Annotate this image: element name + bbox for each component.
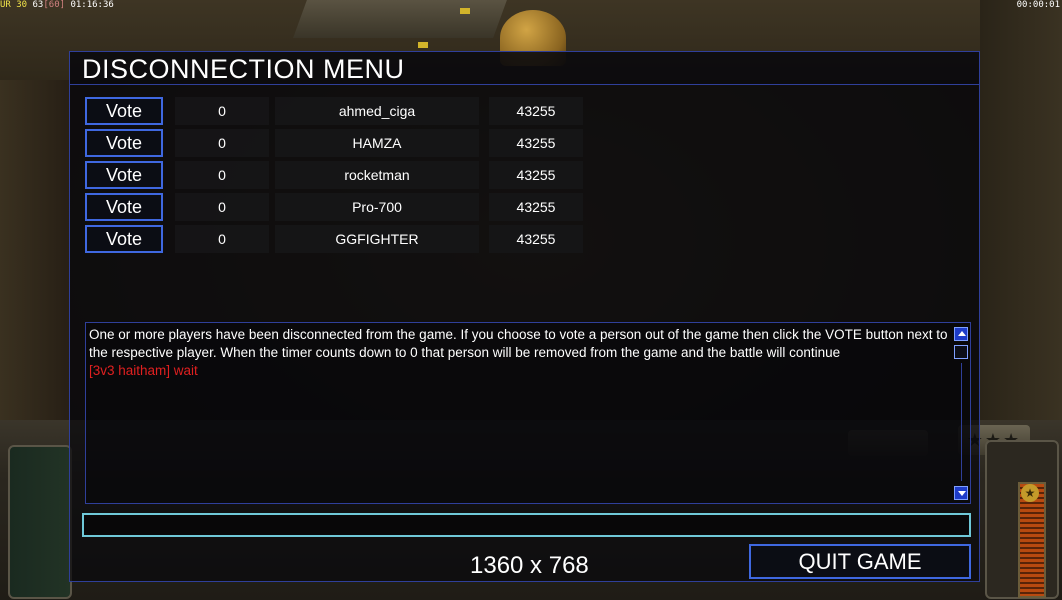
player-timer: 43255	[489, 129, 583, 157]
hud-stat-b: 63	[32, 0, 44, 10]
scroll-up-icon[interactable]	[954, 327, 968, 341]
dialog-title-bar: DISCONNECTION MENU	[70, 52, 979, 85]
hud-stat-a: UR 30	[0, 0, 28, 10]
dialog-title: DISCONNECTION MENU	[82, 54, 405, 84]
player-timer: 43255	[489, 161, 583, 189]
player-name: GGFIGHTER	[275, 225, 479, 253]
player-name: ahmed_ciga	[275, 97, 479, 125]
system-message: One or more players have been disconnect…	[89, 327, 948, 360]
vote-count: 0	[175, 193, 269, 221]
hud-timer: 00:00:01	[1016, 0, 1060, 10]
vote-button[interactable]: Vote	[85, 161, 163, 189]
vote-count: 0	[175, 225, 269, 253]
terrain-right	[980, 0, 1062, 420]
vote-button[interactable]: Vote	[85, 193, 163, 221]
resolution-label: 1360 x 768	[470, 552, 589, 579]
scroll-down-icon[interactable]	[954, 486, 968, 500]
message-log-text: One or more players have been disconnect…	[89, 326, 949, 380]
player-row: Vote 0 Pro-700 43255	[84, 193, 584, 221]
player-row: Vote 0 HAMZA 43255	[84, 129, 584, 157]
chat-input[interactable]	[82, 513, 971, 537]
hud-stats: UR 30 63[60] 01:16:36	[0, 0, 114, 10]
vote-count: 0	[175, 161, 269, 189]
quit-game-button[interactable]: QUIT GAME	[749, 544, 971, 579]
player-timer: 43255	[489, 97, 583, 125]
vote-count: 0	[175, 129, 269, 157]
player-timer: 43255	[489, 225, 583, 253]
chat-message: [3v3 haitham] wait	[89, 363, 198, 378]
player-row: Vote 0 ahmed_ciga 43255	[84, 97, 584, 125]
hud-game-time: 01:16:36	[70, 0, 114, 10]
scrollbar-thumb[interactable]	[954, 345, 968, 359]
scrollbar-track[interactable]	[961, 363, 962, 481]
vote-button[interactable]: Vote	[85, 129, 163, 157]
vote-count: 0	[175, 97, 269, 125]
radar-panel	[8, 445, 72, 599]
general-star-icon: ★	[1021, 484, 1039, 502]
player-timer: 43255	[489, 193, 583, 221]
disconnection-dialog: DISCONNECTION MENU Vote 0 ahmed_ciga 432…	[69, 51, 980, 582]
player-name: rocketman	[275, 161, 479, 189]
player-name: HAMZA	[275, 129, 479, 157]
vote-button[interactable]: Vote	[85, 97, 163, 125]
player-row: Vote 0 rocketman 43255	[84, 161, 584, 189]
player-name: Pro-700	[275, 193, 479, 221]
building-structure	[293, 0, 507, 38]
flag-marker	[460, 8, 470, 14]
vote-button[interactable]: Vote	[85, 225, 163, 253]
hud-stat-c: [60]	[43, 0, 66, 10]
flag-marker	[418, 42, 428, 48]
message-log[interactable]: One or more players have been disconnect…	[85, 322, 971, 504]
player-row: Vote 0 GGFIGHTER 43255	[84, 225, 584, 253]
terrain-left	[0, 80, 70, 420]
